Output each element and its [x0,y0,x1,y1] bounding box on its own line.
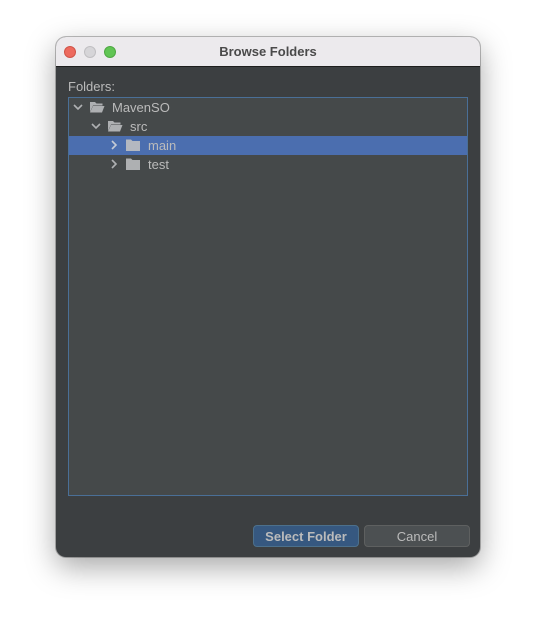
chevron-right-icon[interactable] [107,138,121,152]
tree-row-test[interactable]: test [69,155,467,174]
chevron-down-icon[interactable] [71,100,85,114]
title-bar: Browse Folders [56,37,480,67]
tree-row-label: src [130,119,148,134]
chevron-right-icon[interactable] [107,157,121,171]
tree-row-label: MavenSO [112,100,170,115]
window-title: Browse Folders [219,44,317,59]
folder-icon [126,158,140,170]
cancel-button[interactable]: Cancel [364,525,470,547]
folder-open-icon [108,121,123,132]
folder-tree[interactable]: MavenSO src main test [68,97,468,496]
browse-folders-dialog: Browse Folders Folders: MavenSO src main… [56,37,480,557]
tree-row-mavenso[interactable]: MavenSO [69,98,467,117]
tree-row-label: test [148,157,169,172]
select-folder-button[interactable]: Select Folder [253,525,359,547]
folders-label: Folders: [68,79,115,94]
chevron-down-icon[interactable] [89,119,103,133]
tree-row-label: main [148,138,177,153]
folder-icon [126,139,140,151]
tree-row-main[interactable]: main [69,136,467,155]
tree-row-src[interactable]: src [69,117,467,136]
folder-open-icon [90,102,105,113]
